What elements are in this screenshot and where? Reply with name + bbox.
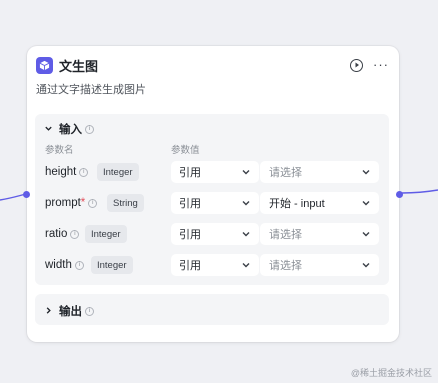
mode-select-value: 引用 [179, 260, 201, 272]
value-select-value: 请选择 [269, 167, 302, 179]
mode-select[interactable]: 引用 [171, 192, 259, 214]
node-description: 通过文字描述生成图片 [36, 84, 146, 96]
value-select-value: 请选择 [269, 229, 302, 241]
outgoing-edge [401, 189, 438, 194]
chevron-down-icon [44, 124, 53, 135]
output-section-label: 输出 [59, 306, 82, 318]
value-select-value: 请选择 [269, 260, 302, 272]
input-port[interactable] [23, 191, 30, 198]
chevron-down-icon [362, 170, 370, 175]
mode-select[interactable]: 引用 [171, 254, 259, 276]
value-select[interactable]: 开始 - input [260, 192, 379, 214]
info-icon[interactable]: i [88, 198, 98, 208]
value-select[interactable]: 请选择 [260, 254, 379, 276]
mode-select[interactable]: 引用 [171, 223, 259, 245]
value-select[interactable]: 请选择 [260, 161, 379, 183]
chevron-right-icon [44, 306, 53, 317]
chevron-down-icon [242, 232, 250, 237]
value-select[interactable]: 请选择 [260, 223, 379, 245]
chevron-down-icon [242, 170, 250, 175]
chevron-down-icon [242, 263, 250, 268]
input-section-label: 输入 [59, 124, 82, 136]
param-value-header: 参数值 [171, 145, 200, 156]
param-row: height i Integer 引用 请选择 [35, 161, 389, 183]
param-name-header: 参数名 [45, 145, 74, 156]
type-tag: Integer [85, 225, 127, 243]
output-section: 输出 i [35, 294, 389, 325]
value-select-value: 开始 - input [269, 198, 325, 210]
param-row: width i Integer 引用 请选择 [35, 254, 389, 276]
play-icon[interactable] [350, 58, 363, 72]
info-icon[interactable]: i [85, 124, 94, 134]
mode-select-value: 引用 [179, 167, 201, 179]
node-card[interactable]: 文生图 ··· 通过文字描述生成图片 输入 i 参数名 参数值 height i [23, 46, 403, 342]
param-name: prompt [45, 197, 81, 209]
type-tag: Integer [91, 256, 133, 274]
type-tag: String [107, 194, 144, 212]
chevron-down-icon [362, 201, 370, 206]
image-icon [36, 56, 53, 74]
chevron-down-icon [242, 201, 250, 206]
required-mark: * [80, 197, 86, 209]
info-icon[interactable]: i [79, 167, 89, 177]
info-icon[interactable]: i [85, 306, 94, 316]
mode-select-value: 引用 [179, 229, 201, 241]
node-title: 文生图 [59, 58, 99, 74]
chevron-down-icon [362, 232, 370, 237]
node-header: 文生图 ··· [36, 55, 389, 75]
mode-select-value: 引用 [179, 198, 201, 210]
param-row: prompt * i String 引用 开始 - input [35, 192, 389, 214]
chevron-down-icon [362, 263, 370, 268]
output-section-toggle[interactable]: 输出 i [44, 303, 94, 319]
watermark: @稀土掘金技术社区 [350, 368, 432, 378]
output-port[interactable] [396, 191, 403, 198]
info-icon[interactable]: i [74, 260, 84, 270]
param-row: ratio i Integer 引用 请选择 [35, 223, 389, 245]
mode-select[interactable]: 引用 [171, 161, 259, 183]
input-section: 输入 i 参数名 参数值 height i Integer 引用 请选择 pro… [35, 114, 389, 285]
input-section-toggle[interactable]: 输入 i [44, 121, 94, 137]
more-icon[interactable]: ··· [373, 58, 389, 71]
info-icon[interactable]: i [70, 229, 80, 239]
param-name: width [45, 259, 72, 271]
type-tag: Integer [97, 163, 139, 181]
param-name: ratio [45, 228, 68, 240]
param-name: height [45, 166, 77, 178]
